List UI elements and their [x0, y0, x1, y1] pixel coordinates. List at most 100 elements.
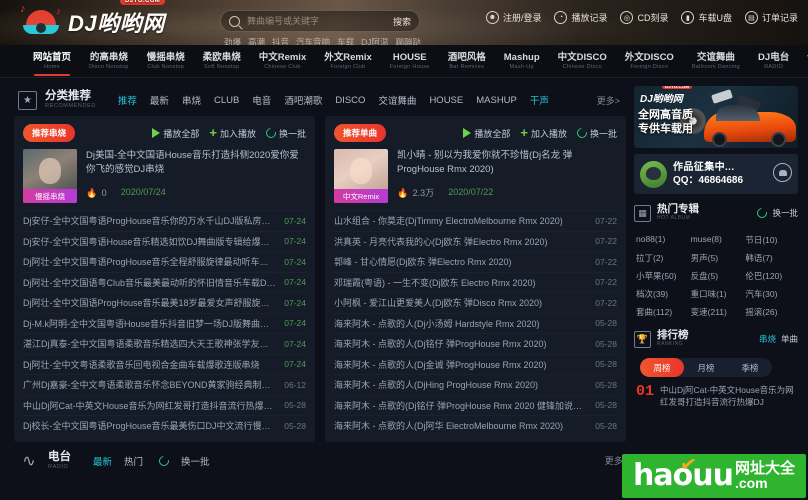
singles-featured-item[interactable]: 中文Remix 凯小晴 - 别以为我爱你就不珍惜(Dj名龙 弹ProgHouse… — [334, 149, 617, 210]
track-title[interactable]: Dj阿壮-全中文国语粤Club音乐最美最动听的怀旧情音乐车载DJ串烧 — [23, 276, 284, 289]
track-title[interactable]: Dj校长-全中文国粤语ProgHouse音乐最美伤口DJ中文流行慢摇串烧 — [23, 419, 284, 432]
nav-item-disco-nonstop[interactable]: 的高串烧 Disco Nonstop — [80, 45, 138, 78]
ranking-tab-seasonal[interactable]: 季榜 — [728, 358, 772, 377]
qq-submission-banner[interactable]: 作品征集中... QQ：46864686 — [634, 154, 798, 194]
top-action-order-history[interactable]: ▤ 订单记录 — [744, 11, 798, 24]
album-tag[interactable]: 档次(39) — [636, 288, 687, 300]
recommend-more-link[interactable]: 更多> — [597, 94, 626, 107]
list-item[interactable]: 广州Dj嘉豪-全中文粤语柔歌音乐怀念BEYOND黄家驹经典制作爆歌连版 06-12 — [23, 374, 306, 395]
nav-item-foreign-disco[interactable]: 外文DISCO Foreign Disco — [616, 45, 683, 78]
track-title[interactable]: 海来阿木 - 点歌的人(Dj小汤姆 Hardstyle Rmx 2020) — [334, 317, 595, 330]
featured-title[interactable]: Dj美国-全中文国语House音乐打造抖侧2020爱你爱你飞的感觉DJ串烧 — [86, 149, 306, 177]
nav-item-foreign-club[interactable]: 外文Remix Foreign Club — [315, 45, 381, 78]
track-title[interactable]: Dj阿壮-全中文国语ProgHouse音乐最美18岁最爱女声舒服旋律DJ串烧 — [23, 296, 284, 309]
site-logo[interactable]: ♪ ♪ DJYO.COM DJ哟哟网 — [18, 0, 169, 41]
tab-newest[interactable]: 最新 — [150, 93, 169, 107]
list-item[interactable]: 邓瑞霞(粤语) - 一生不变(Dj欧东 Electro Rmx 2020) 07-… — [334, 272, 617, 293]
album-tag[interactable]: 重口味(1) — [691, 288, 742, 300]
list-item[interactable]: 海来阿木 - 点歌的人(Dj小汤姆 Hardstyle Rmx 2020) 05-… — [334, 313, 617, 334]
track-title[interactable]: Dj-M.k阿明-全中文国粤语House音乐抖音旧梦一场DJ版舞曲慢摇串烧 — [23, 317, 284, 330]
list-item[interactable]: Dj安仔-全中文国粤语ProgHouse音乐你的万水千山DJ版私房慢摇串烧 07-… — [23, 210, 306, 231]
tab-disco[interactable]: DISCO — [335, 95, 365, 106]
track-title[interactable]: 郭峰 - 甘心情愿(Dj欧东 弹Electro Rmx 2020) — [334, 255, 595, 268]
radio-tab-newest[interactable]: 最新 — [93, 454, 112, 468]
tab-electronic[interactable]: 电音 — [252, 93, 271, 107]
nav-item-chinese-disco[interactable]: 中文DISCO Chinese Disco — [549, 45, 616, 78]
search-box[interactable]: 搜索 — [220, 10, 420, 32]
tab-bar-hits[interactable]: 酒吧潮歌 — [284, 93, 322, 107]
nonstop-featured-item[interactable]: 慢摇串烧 Dj美国-全中文国语House音乐打造抖侧2020爱你爱你飞的感觉DJ… — [23, 149, 306, 210]
list-item[interactable]: 山水组合 - 你莫走(DjTimmy ElectroMelbourne Rmx … — [334, 210, 617, 231]
featured-thumbnail[interactable]: 中文Remix — [334, 149, 388, 203]
top-action-play-history[interactable]: ◔ 播放记录 — [554, 11, 607, 24]
list-item[interactable]: Dj阿壮-全中文国语ProgHouse音乐最美18岁最爱女声舒服旋律DJ串烧 07… — [23, 292, 306, 313]
list-item[interactable]: 海来阿木 - 点歌的人(Dj阿华 ElectroMelbourne Rmx 20… — [334, 415, 617, 436]
track-title[interactable]: 海来阿木 - 点歌的(Dj铭仔 弹ProgHouse Rmx 2020 健锋加说… — [334, 399, 595, 412]
featured-title[interactable]: 凯小晴 - 别以为我爱你就不珍惜(Dj名龙 弹ProgHouse Rmx 202… — [397, 149, 617, 177]
track-title[interactable]: Dj阿壮-全中文国粤语ProgHouse音乐全程舒服旋律最动听车载DJ串烧 — [23, 255, 284, 268]
nav-item-club-nonstop[interactable]: 慢摇串烧 Club Nonstop — [138, 45, 194, 78]
ranking-list-item[interactable]: 01 中山Dj阿Cat-中英文House音乐为网红发哥打造抖音流行热爆DJ — [634, 384, 798, 408]
track-title[interactable]: Dj阿壮-全中文粤语柔歌音乐回电视合金曲车载爆歌连版串烧 — [23, 358, 284, 371]
album-tag[interactable]: 拉丁(2) — [636, 252, 687, 264]
list-item[interactable]: 海来阿木 - 点歌的(Dj铭仔 弹ProgHouse Rmx 2020 健锋加说… — [334, 395, 617, 416]
nav-item-mashup[interactable]: Mashup Mash-Up — [495, 45, 549, 78]
list-item[interactable]: 小阿枫 - 爱江山更爱美人(Dj欧东 弹Disco Rmx 2020) 07-22 — [334, 292, 617, 313]
list-item[interactable]: Dj阿壮-全中文国粤语ProgHouse音乐全程舒服旋律最动听车载DJ串烧 07-… — [23, 251, 306, 272]
tab-house[interactable]: HOUSE — [429, 95, 463, 106]
album-tag[interactable]: 反盘(5) — [691, 270, 742, 282]
search-input[interactable] — [240, 16, 391, 26]
album-tag[interactable]: 节日(10) — [745, 234, 796, 246]
refresh-batch-button[interactable]: 换一批 — [575, 126, 617, 140]
play-all-button[interactable]: 播放全部 — [152, 127, 199, 140]
top-action-cd-burn[interactable]: ◎ CD刻录 — [620, 11, 668, 24]
nav-item-soft-nonstop[interactable]: 柔欧串烧 Soft Nonstop — [194, 45, 250, 78]
track-title[interactable]: 海来阿木 - 点歌的人(Dj铭仔 弹ProgHouse Rmx 2020) — [334, 337, 595, 350]
add-to-playlist-button[interactable]: + 加入播放 — [520, 126, 567, 140]
list-item[interactable]: 洪真英 - 月亮代表我的心(Dj欧东 弹Electro Rmx 2020) 07-… — [334, 231, 617, 252]
radio-refresh-label[interactable]: 换一批 — [181, 454, 210, 468]
nav-item-home[interactable]: 网站首页 Home — [24, 45, 80, 78]
track-title[interactable]: 广州Dj嘉豪-全中文粤语柔歌音乐怀念BEYOND黄家驹经典制作爆歌连版 — [23, 378, 284, 391]
album-tag[interactable]: muse(8) — [691, 234, 742, 246]
track-title[interactable]: 海来阿木 - 点歌的人(Dj金诚 弹ProgHouse Rmx 2020) — [334, 358, 595, 371]
track-title[interactable]: 小阿枫 - 爱江山更爱美人(Dj欧东 弹Disco Rmx 2020) — [334, 296, 595, 309]
radio-tab-hot[interactable]: 热门 — [124, 454, 143, 468]
list-item[interactable]: Dj阿壮-全中文国语粤Club音乐最美最动听的怀旧情音乐车载DJ串烧 07-24 — [23, 272, 306, 293]
list-item[interactable]: 中山Dj阿Cat-中英文House音乐为网红发哥打造抖音流行热爆DJ串烧 05-2… — [23, 395, 306, 416]
tab-acapella[interactable]: 干声 — [530, 93, 549, 107]
add-to-playlist-button[interactable]: + 加入播放 — [209, 126, 256, 140]
track-title[interactable]: 中山Dj阿Cat-中英文House音乐为网红发哥打造抖音流行热爆DJ串烧 — [23, 399, 284, 412]
album-tag[interactable]: 韩语(7) — [745, 252, 796, 264]
album-tag[interactable]: 变速(211) — [691, 306, 742, 318]
featured-thumbnail[interactable]: 慢摇串烧 — [23, 149, 77, 203]
track-title[interactable]: 海来阿木 - 点歌的人(Dj阿华 ElectroMelbourne Rmx 20… — [334, 419, 595, 432]
track-title[interactable]: 海来阿木 - 点歌的人(DjHing ProgHouse Rmx 2020) — [334, 378, 595, 391]
nav-item-bar-remixes[interactable]: 酒吧风格 Bar Remixes — [439, 45, 495, 78]
ranking-title[interactable]: 中山Dj阿Cat-中英文House音乐为网红发哥打造抖音流行热爆DJ — [660, 384, 796, 408]
list-item[interactable]: Dj-M.k阿明-全中文国粤语House音乐抖音旧梦一场DJ版舞曲慢摇串烧 07-… — [23, 313, 306, 334]
list-item[interactable]: Dj校长-全中文国粤语ProgHouse音乐最美伤口DJ中文流行慢摇串烧 05-2… — [23, 415, 306, 436]
list-item[interactable]: 海来阿木 - 点歌的人(DjHing ProgHouse Rmx 2020) 05… — [334, 374, 617, 395]
ad-banner[interactable]: DJYO.COM DJ哟哟网 全网高音质 专供车载用 — [634, 86, 798, 148]
top-action-register-login[interactable]: ☻ 注册/登录 — [485, 11, 541, 24]
nav-item-ballroom[interactable]: 交谊舞曲 Ballroom Dancing — [683, 45, 749, 78]
track-title[interactable]: Dj安仔-全中文国粤语ProgHouse音乐你的万水千山DJ版私房慢摇串烧 — [23, 214, 284, 227]
list-item[interactable]: 海来阿木 - 点歌的人(Dj金诚 弹ProgHouse Rmx 2020) 05-… — [334, 354, 617, 375]
nav-item-chinese-club[interactable]: 中文Remix Chinese Club — [250, 45, 316, 78]
tab-nonstop[interactable]: 串烧 — [182, 93, 201, 107]
tab-mashup[interactable]: MASHUP — [476, 95, 517, 106]
ranking-tab-weekly[interactable]: 周榜 — [640, 358, 684, 377]
album-tag[interactable]: no88(1) — [636, 234, 687, 246]
album-tag[interactable]: 男声(5) — [691, 252, 742, 264]
list-item[interactable]: 郭峰 - 甘心情愿(Dj欧东 弹Electro Rmx 2020) 07-22 — [334, 251, 617, 272]
tab-recommend[interactable]: 推荐 — [118, 93, 137, 107]
tab-ballroom[interactable]: 交谊舞曲 — [378, 93, 416, 107]
nav-item-house[interactable]: HOUSE Foreign House — [381, 45, 439, 78]
ranking-tab-monthly[interactable]: 月榜 — [684, 358, 728, 377]
track-title[interactable]: 邓瑞霞(粤语) - 一生不变(Dj欧东 Electro Rmx 2020) — [334, 276, 595, 289]
track-title[interactable]: 湛江Dj真泰-全中文国粤语柔歌音乐精选四大天王歌神张学友只愿一生爱 — [23, 337, 284, 350]
ranking-tab-nonstop[interactable]: 串烧 — [759, 333, 776, 345]
tab-club[interactable]: CLUB — [214, 95, 239, 106]
album-tag[interactable]: 小苹果(50) — [636, 270, 687, 282]
